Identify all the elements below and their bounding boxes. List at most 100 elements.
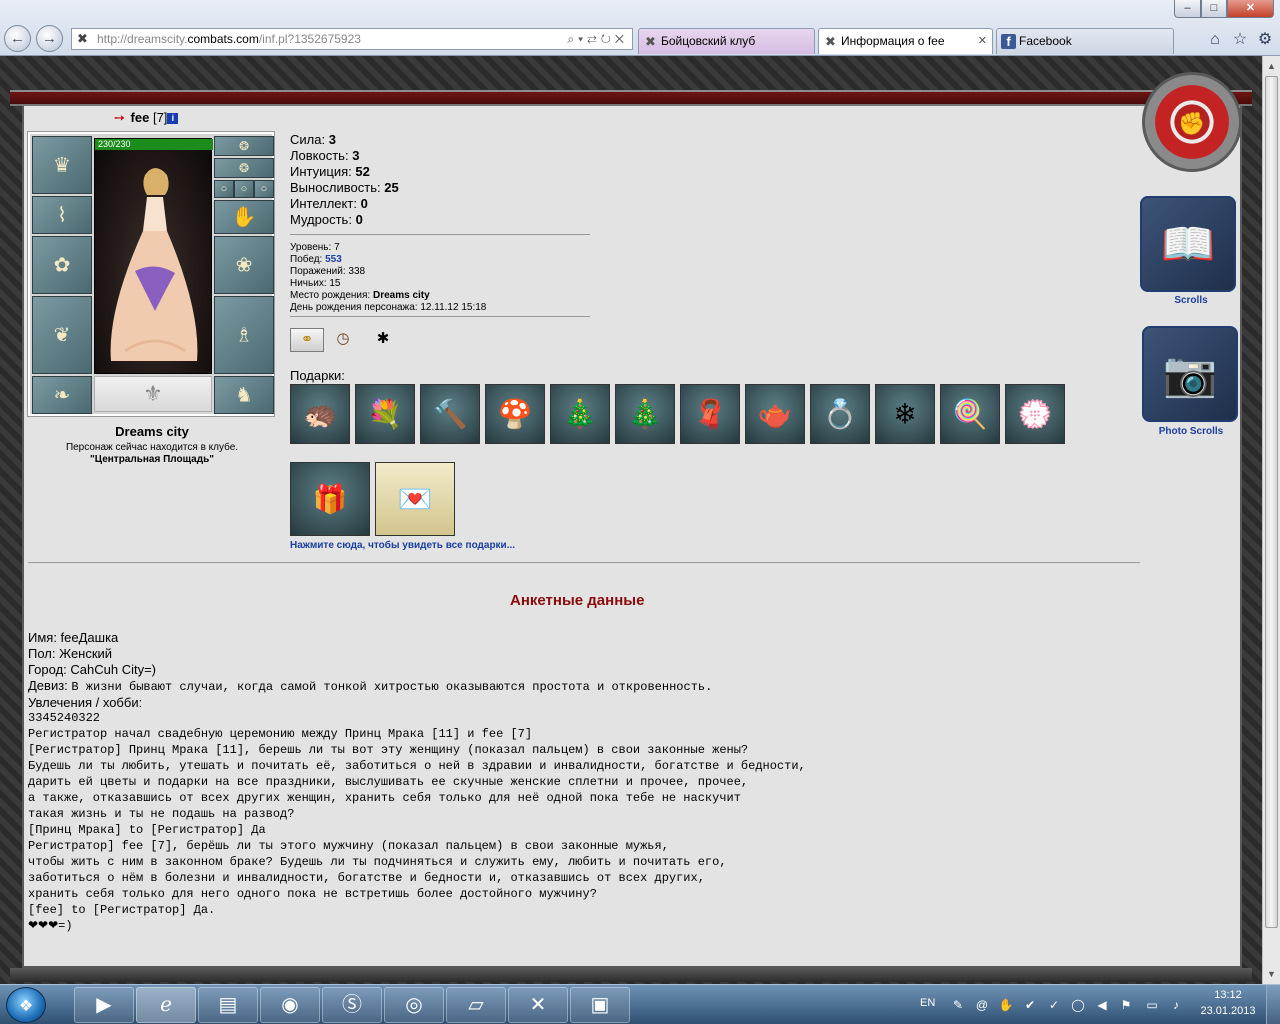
favorites-star-icon[interactable]: ☆ <box>1230 30 1250 50</box>
photo-scrolls-link[interactable]: Photo Scrolls <box>1136 426 1246 437</box>
shield-check-icon[interactable]: ✓ <box>1046 997 1062 1013</box>
close-window-button[interactable]: ✕ <box>1227 0 1274 18</box>
gift-item[interactable]: 🔨 <box>420 384 480 444</box>
taskbar-media-player[interactable]: ▶ <box>74 987 134 1023</box>
frame-top-border <box>10 90 1252 106</box>
taskbar-notes[interactable]: ▱ <box>446 987 506 1023</box>
gift-item[interactable]: 💍 <box>810 384 870 444</box>
slot-earrings[interactable]: ❂ <box>214 136 274 156</box>
slot-shield[interactable]: ❀ <box>214 236 274 294</box>
flag-icon[interactable]: ⚑ <box>1118 997 1134 1013</box>
taskbar-window[interactable]: ▣ <box>570 987 630 1023</box>
ring-icon: ○ <box>240 183 248 195</box>
slot-ring-2[interactable]: ○ <box>234 180 254 198</box>
slot-boots[interactable]: ♞ <box>214 376 274 414</box>
hand-icon[interactable]: ✋ <box>998 997 1014 1013</box>
slot-pants[interactable]: ♗ <box>214 296 274 374</box>
window-icon: ▣ <box>590 994 610 1016</box>
settings-gear-icon[interactable]: ⚙ <box>1255 30 1275 50</box>
slot-ring-1[interactable]: ○ <box>214 180 234 198</box>
back-button[interactable]: ← <box>4 25 31 52</box>
stat-row: Сила: 3 <box>290 132 336 147</box>
slot-armor[interactable]: ❦ <box>32 296 92 374</box>
gift-item[interactable]: 🎄 <box>550 384 610 444</box>
clock-time[interactable]: 13:12 <box>1206 989 1250 1001</box>
wedding-rings-icon[interactable]: ⚭ <box>290 328 324 352</box>
gift-item[interactable]: 🎄 <box>615 384 675 444</box>
gift-item[interactable]: 🦔 <box>290 384 350 444</box>
tab-info-fee[interactable]: ✖ Информация о fee ✕ <box>818 28 993 54</box>
tab-facebook[interactable]: f Facebook <box>996 28 1174 54</box>
taskbar-explorer[interactable]: ▤ <box>198 987 258 1023</box>
gift-item[interactable]: 🍭 <box>940 384 1000 444</box>
scrollbar-thumb[interactable] <box>1265 76 1278 928</box>
address-bar[interactable]: ✖ http://dreamscity.combats.com/inf.pl?1… <box>71 28 633 50</box>
gift-item[interactable]: 🫖 <box>745 384 805 444</box>
taskbar-chrome[interactable]: ◎ <box>384 987 444 1023</box>
taskbar-internet-explorer[interactable]: ℯ <box>136 987 196 1023</box>
volume-icon[interactable]: ◀ <box>1094 997 1110 1013</box>
scroll-down-arrow-icon[interactable]: ▼ <box>1264 966 1279 982</box>
slot-weapon[interactable]: ✿ <box>32 236 92 294</box>
profile-city: Город: CahCuh City=) <box>28 662 157 677</box>
gift-item[interactable]: 🍄 <box>485 384 545 444</box>
gift-box-icon: 🎁 <box>312 483 348 515</box>
slot-bracers[interactable]: ⌇ <box>32 196 92 234</box>
taskbar: ❖ ▶ ℯ ▤ ◉ Ⓢ ◎ ▱ ✕ ▣ EN ✎ @ ✋ ✔ ✓ ◯ ◀ ⚑ ▭… <box>0 984 1280 1024</box>
slot-belt[interactable]: ❧ <box>32 376 92 414</box>
tab-close-icon[interactable]: ✕ <box>978 29 987 53</box>
wins-link[interactable]: 553 <box>325 254 342 265</box>
home-icon[interactable]: ⌂ <box>1205 30 1225 50</box>
maximize-button[interactable]: □ <box>1201 0 1227 18</box>
bug-icon[interactable]: ✱ <box>372 328 394 352</box>
scrolls-link[interactable]: Scrolls <box>1136 295 1246 306</box>
slot-ring-3[interactable]: ○ <box>254 180 274 198</box>
gift-item[interactable]: 💮 <box>1005 384 1065 444</box>
gift-item[interactable]: ❄ <box>875 384 935 444</box>
address-tools-icon[interactable]: ⌕▾⇄↻✕ <box>567 29 628 49</box>
pdf-icon[interactable]: ✎ <box>950 997 966 1013</box>
character-avatar[interactable]: 230/230 <box>94 138 213 374</box>
forward-button[interactable]: → <box>36 25 63 52</box>
profile-section-title: Анкетные данные <box>510 592 645 609</box>
speaker-icon[interactable]: ♪ <box>1168 997 1184 1013</box>
slot-helmet[interactable]: ♛ <box>32 136 92 194</box>
tab-label: Бойцовский клуб <box>661 34 756 48</box>
club-logo[interactable]: ✊ <box>1142 72 1242 172</box>
divider <box>28 562 1140 563</box>
gift-item[interactable]: 💐 <box>355 384 415 444</box>
watch-icon[interactable]: ◷ <box>330 328 356 352</box>
gift-item[interactable]: 🧣 <box>680 384 740 444</box>
stats-list: Сила: 3 Ловкость: 3 Интуиция: 52 Выносли… <box>290 132 399 228</box>
at-icon[interactable]: @ <box>974 997 990 1013</box>
scrolls-book[interactable]: 📖 <box>1140 196 1236 292</box>
scroll-up-arrow-icon[interactable]: ▲ <box>1264 58 1279 74</box>
slot-necklace[interactable]: ❂ <box>214 158 274 178</box>
all-gifts-link[interactable]: Нажмите сюда, чтобы увидеть все подарки.… <box>290 540 515 551</box>
taskbar-firefox[interactable]: ◉ <box>260 987 320 1023</box>
opera-icon[interactable]: ◯ <box>1070 997 1086 1013</box>
minimize-button[interactable]: – <box>1174 0 1201 18</box>
gifts-label: Подарки: <box>290 368 345 383</box>
info-icon[interactable]: i <box>167 113 179 124</box>
shield-green-icon[interactable]: ✔ <box>1022 997 1038 1013</box>
gift-item[interactable]: 💌 <box>375 462 455 536</box>
tab-fight-club[interactable]: ✖ Бойцовский клуб <box>638 28 815 54</box>
language-indicator[interactable]: EN <box>920 997 935 1009</box>
vertical-scrollbar[interactable]: ▲ ▼ <box>1262 56 1280 984</box>
taskbar-excel[interactable]: ✕ <box>508 987 568 1023</box>
taskbar-skype[interactable]: Ⓢ <box>322 987 382 1023</box>
notes-icon: ▱ <box>468 994 484 1016</box>
slot-gloves[interactable]: ✋ <box>214 200 274 234</box>
hp-bar: 230/230 <box>95 139 213 150</box>
network-icon[interactable]: ▭ <box>1144 997 1160 1013</box>
start-button[interactable]: ❖ <box>6 987 46 1023</box>
windows-logo-icon: ❖ <box>18 998 34 1015</box>
clock-date[interactable]: 23.01.2013 <box>1196 1005 1260 1017</box>
photo-scrolls[interactable]: 📷 <box>1142 326 1238 422</box>
show-desktop-button[interactable] <box>1266 985 1280 1024</box>
frame-bottom-border <box>10 968 1252 982</box>
christmas-tree-icon: 🎄 <box>562 398 598 430</box>
club-emblem-icon: ⚜ <box>94 376 212 412</box>
gift-item[interactable]: 🎁 <box>290 462 370 536</box>
